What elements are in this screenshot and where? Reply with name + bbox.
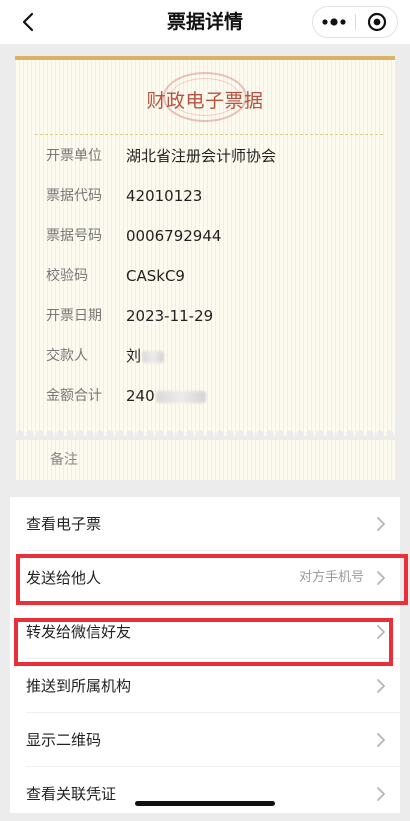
target-close-icon[interactable] xyxy=(356,7,398,37)
perforated-edge xyxy=(15,424,395,438)
action-label: 显示二维码 xyxy=(26,731,102,749)
field-check-code: 校验码 CASkC9 xyxy=(46,256,376,296)
field-label: 票据代码 xyxy=(46,188,102,204)
chevron-right-icon xyxy=(376,786,386,802)
field-label: 开票单位 xyxy=(46,148,102,164)
show-qrcode-item[interactable]: 显示二维码 xyxy=(10,713,400,767)
action-label: 查看电子票 xyxy=(26,515,102,533)
push-to-org-item[interactable]: 推送到所属机构 xyxy=(10,659,400,713)
field-payer: 交款人 刘 xyxy=(46,336,376,376)
chevron-right-icon xyxy=(376,732,386,748)
amount-value: 240 xyxy=(126,387,155,405)
field-value: 0006792944 xyxy=(126,227,222,245)
view-invoice-item[interactable]: 查看电子票 xyxy=(10,497,400,551)
more-dots-icon[interactable] xyxy=(313,7,355,37)
field-issuer: 开票单位 湖北省注册会计师协会 xyxy=(46,136,376,176)
remarks-label: 备注 xyxy=(50,452,78,468)
field-value: 2023-11-29 xyxy=(126,307,214,325)
field-label: 开票日期 xyxy=(46,308,102,324)
home-indicator xyxy=(135,801,275,806)
field-value: 42010123 xyxy=(126,187,203,205)
field-issue-date: 开票日期 2023-11-29 xyxy=(46,296,376,336)
action-label: 转发给微信好友 xyxy=(26,623,132,641)
chevron-right-icon xyxy=(376,678,386,694)
redacted-blur xyxy=(142,350,165,363)
action-hint: 对方手机号 xyxy=(298,570,364,585)
field-total-amount: 金额合计 240 xyxy=(46,376,376,416)
field-value: 240 xyxy=(126,376,206,416)
invoice-card: 财政电子票据 开票单位 湖北省注册会计师协会 票据代码 42010123 票据号… xyxy=(15,56,395,436)
field-value: CASkC9 xyxy=(126,267,185,285)
mini-program-capsule xyxy=(312,6,398,38)
send-to-others-item[interactable]: 发送给他人 对方手机号 xyxy=(10,551,400,605)
action-label: 推送到所属机构 xyxy=(26,677,132,695)
field-value: 湖北省注册会计师协会 xyxy=(126,147,277,165)
field-value: 刘 xyxy=(126,336,165,376)
field-invoice-number: 票据号码 0006792944 xyxy=(46,216,376,256)
nav-bar: 票据详情 xyxy=(0,0,410,44)
action-list: 查看电子票 发送给他人 对方手机号 转发给微信好友 推送到所属机构 显示二维码 xyxy=(10,497,400,813)
field-label: 票据号码 xyxy=(46,228,102,244)
redacted-blur xyxy=(155,390,206,403)
remarks-section: 备注 xyxy=(15,440,395,480)
payer-name: 刘 xyxy=(126,347,142,365)
action-label: 发送给他人 xyxy=(26,569,102,587)
field-invoice-code: 票据代码 42010123 xyxy=(46,176,376,216)
field-label: 交款人 xyxy=(46,348,88,364)
chevron-right-icon xyxy=(376,570,386,586)
divider xyxy=(35,134,383,135)
field-label: 金额合计 xyxy=(46,388,102,404)
field-label: 校验码 xyxy=(46,268,88,284)
invoice-title: 财政电子票据 xyxy=(146,90,264,112)
chevron-right-icon xyxy=(376,624,386,640)
chevron-right-icon xyxy=(376,516,386,532)
forward-wechat-item[interactable]: 转发给微信好友 xyxy=(10,605,400,659)
